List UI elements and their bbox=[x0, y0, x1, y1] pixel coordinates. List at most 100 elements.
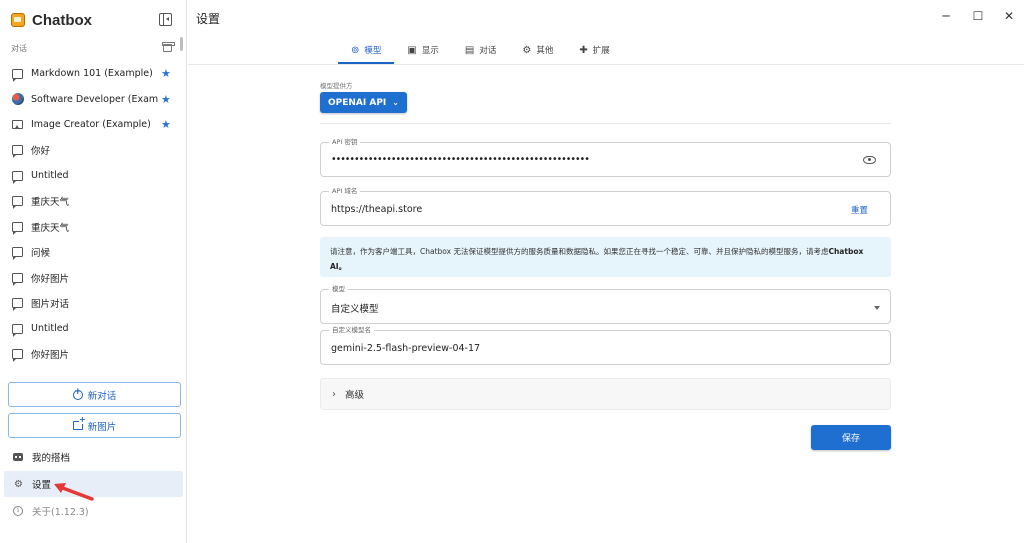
api-key-value: ••••••••••••••••••••••••••••••••••••••••… bbox=[331, 154, 590, 165]
tab-label: 模型 bbox=[364, 46, 382, 56]
dropdown-arrow-icon bbox=[874, 306, 880, 310]
chat-icon bbox=[12, 247, 23, 261]
chat-icon bbox=[12, 170, 23, 184]
chat-icon bbox=[12, 272, 23, 286]
gear-icon: ⚙ bbox=[14, 478, 23, 490]
model-value: 自定义模型 bbox=[331, 304, 379, 315]
about-label: 关于(1.12.3) bbox=[32, 507, 89, 518]
conversation-item[interactable]: 重庆天气 bbox=[0, 189, 186, 215]
new-chat-button[interactable]: 新对话 bbox=[8, 382, 181, 407]
tab-display[interactable]: ▣ 显示 bbox=[394, 36, 451, 64]
add-image-icon bbox=[72, 416, 86, 430]
conversation-item[interactable]: Software Developer (Example) ★ bbox=[0, 87, 186, 113]
conversation-label: 你好图片 bbox=[31, 350, 70, 362]
chatbox-logo-icon bbox=[11, 13, 25, 27]
conversations-section-label: 对话 bbox=[11, 44, 27, 53]
api-key-field[interactable]: API 密钥 •••••••••••••••••••••••••••••••••… bbox=[320, 138, 891, 177]
advanced-label: 高级 bbox=[345, 390, 365, 401]
conversation-label: Image Creator (Example) bbox=[31, 119, 151, 131]
eye-icon[interactable] bbox=[863, 156, 876, 164]
tab-label: 显示 bbox=[421, 46, 439, 56]
conversation-item[interactable]: 你好图片 bbox=[0, 265, 186, 291]
chat-icon bbox=[12, 68, 23, 82]
chat-icon bbox=[12, 145, 23, 159]
brand: Chatbox bbox=[11, 10, 92, 30]
conversation-item[interactable]: Markdown 101 (Example) ★ bbox=[0, 61, 186, 87]
advanced-section[interactable]: › 高级 bbox=[320, 378, 891, 410]
model-label: 模型 bbox=[329, 285, 348, 294]
custom-model-field[interactable]: 自定义模型名 gemini-2.5-flash-preview-04-17 bbox=[320, 326, 891, 365]
conversation-label: 你好图片 bbox=[31, 273, 70, 285]
sidebar: Chatbox 对话 Markdown 101 (Example) ★ Soft… bbox=[0, 0, 187, 543]
archive-icon[interactable] bbox=[162, 42, 175, 52]
maximize-icon[interactable]: ☐ bbox=[968, 7, 988, 25]
conversation-item[interactable]: Untitled bbox=[0, 316, 186, 342]
copilots-label: 我的搭档 bbox=[32, 453, 71, 464]
chat-icon bbox=[12, 323, 23, 337]
save-button[interactable]: 保存 bbox=[811, 425, 891, 450]
provider-label: 模型提供方 bbox=[320, 82, 353, 90]
chevron-right-icon: › bbox=[332, 388, 336, 400]
display-icon: ▣ bbox=[407, 44, 417, 56]
api-host-field[interactable]: API 域名 https://theapi.store 重置 bbox=[320, 187, 891, 226]
tab-divider bbox=[188, 64, 1024, 65]
model-select[interactable]: 模型 自定义模型 bbox=[320, 285, 891, 324]
info-icon bbox=[13, 506, 23, 516]
chevron-down-icon: ⌄ bbox=[392, 98, 399, 107]
robot-icon bbox=[13, 453, 23, 461]
conversation-item[interactable]: Image Creator (Example) ★ bbox=[0, 112, 186, 138]
tab-label: 对话 bbox=[479, 46, 497, 56]
reset-button[interactable]: 重置 bbox=[851, 204, 868, 216]
notice-text: 请注意，作为客户端工具，Chatbox 无法保证模型提供方的服务质量和数据隐私。… bbox=[330, 247, 829, 256]
star-icon[interactable]: ★ bbox=[161, 118, 171, 131]
tab-extension[interactable]: ✚ 扩展 bbox=[566, 36, 622, 64]
tab-other[interactable]: ⚙ 其他 bbox=[509, 36, 566, 64]
collapse-sidebar-icon[interactable] bbox=[159, 13, 172, 26]
conversation-label: Software Developer (Example) bbox=[31, 93, 159, 105]
star-icon[interactable]: ★ bbox=[161, 67, 171, 80]
custom-model-label: 自定义模型名 bbox=[329, 326, 374, 335]
model-icon: ⊚ bbox=[351, 44, 360, 56]
avatar-icon bbox=[12, 93, 24, 106]
conversation-item[interactable]: 重庆天气 bbox=[0, 214, 186, 240]
provider-value: OPENAI API bbox=[328, 97, 387, 108]
chat-icon: ▤ bbox=[464, 44, 475, 56]
conversation-item[interactable]: 你好图片 bbox=[0, 342, 186, 368]
new-chat-label: 新对话 bbox=[87, 390, 117, 402]
settings-panel: 设置 ─ ☐ ✕ ⊚ 模型 ▣ 显示 ▤ 对话 ⚙ 其他 ✚ 扩展 模型提供方 … bbox=[188, 0, 1024, 543]
new-image-button[interactable]: 新图片 bbox=[8, 413, 181, 438]
minimize-icon[interactable]: ─ bbox=[936, 7, 956, 25]
provider-notice: 请注意，作为客户端工具，Chatbox 无法保证模型提供方的服务质量和数据隐私。… bbox=[320, 237, 891, 277]
new-image-label: 新图片 bbox=[87, 421, 117, 433]
add-circle-icon bbox=[72, 387, 83, 400]
conversation-item[interactable]: Untitled bbox=[0, 163, 186, 189]
conversation-label: Untitled bbox=[31, 170, 69, 182]
conversation-item[interactable]: 你好 bbox=[0, 138, 186, 164]
conversation-label: 重庆天气 bbox=[31, 197, 70, 209]
conversation-label: 问候 bbox=[31, 248, 51, 260]
sidebar-scrollbar[interactable] bbox=[180, 37, 183, 51]
conversation-label: Markdown 101 (Example) bbox=[31, 68, 153, 80]
custom-model-value: gemini-2.5-flash-preview-04-17 bbox=[331, 343, 481, 354]
puzzle-icon: ✚ bbox=[579, 44, 588, 56]
api-host-value: https://theapi.store bbox=[331, 204, 423, 215]
conversation-list: Markdown 101 (Example) ★ Software Develo… bbox=[0, 61, 186, 367]
tab-chat[interactable]: ▤ 对话 bbox=[452, 36, 509, 64]
chat-icon bbox=[12, 349, 23, 363]
conversation-label: 图片对话 bbox=[31, 299, 70, 311]
tab-model[interactable]: ⊚ 模型 bbox=[338, 36, 395, 64]
star-icon[interactable]: ★ bbox=[161, 93, 171, 106]
conversation-item[interactable]: 问候 bbox=[0, 240, 186, 266]
conversation-item[interactable]: 图片对话 bbox=[0, 291, 186, 317]
copilots-item[interactable]: 我的搭档 bbox=[4, 444, 183, 470]
chat-icon bbox=[12, 221, 23, 235]
chat-icon bbox=[12, 298, 23, 312]
close-icon[interactable]: ✕ bbox=[999, 7, 1019, 25]
tab-label: 其他 bbox=[536, 46, 554, 56]
conversation-label: 重庆天气 bbox=[31, 222, 70, 234]
divider bbox=[320, 123, 891, 124]
conversation-label: Untitled bbox=[31, 323, 69, 335]
conversation-label: 你好 bbox=[31, 146, 51, 158]
provider-select-button[interactable]: OPENAI API ⌄ bbox=[320, 92, 407, 113]
tab-label: 扩展 bbox=[592, 46, 610, 56]
